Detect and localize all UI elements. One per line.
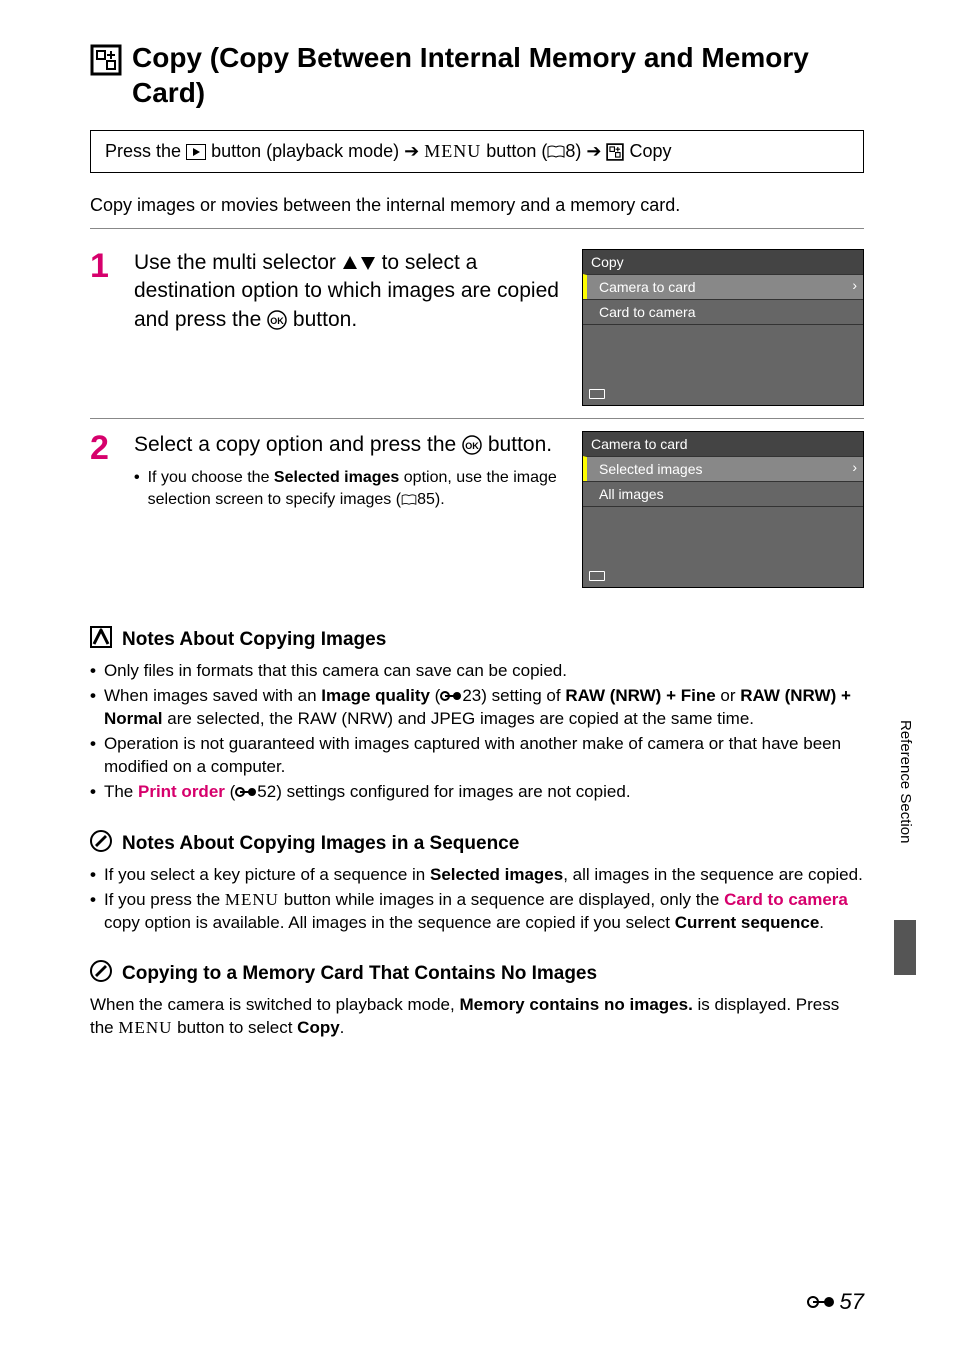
book-icon xyxy=(401,494,417,506)
pencil-icon xyxy=(90,830,112,858)
notes-copying-images: Notes About Copying Images Only files in… xyxy=(90,626,864,804)
step-1: 1 Use the multi selector to select a des… xyxy=(90,237,864,419)
copy-icon xyxy=(90,44,122,81)
notes-sequence: Notes About Copying Images in a Sequence… xyxy=(90,830,864,935)
lcd-title: Camera to card xyxy=(583,432,863,456)
step-text: Use the multi selector to select a desti… xyxy=(134,249,566,334)
page-number: 57 xyxy=(806,1289,864,1315)
step-bullets: If you choose the Selected images option… xyxy=(134,467,566,510)
note-heading-text: Copying to a Memory Card That Contains N… xyxy=(122,963,597,985)
note-heading-text: Notes About Copying Images xyxy=(122,629,386,651)
pencil-icon xyxy=(90,960,112,988)
lcd-empty xyxy=(583,506,863,587)
notes-empty-card: Copying to a Memory Card That Contains N… xyxy=(90,960,864,1040)
svg-text:OK: OK xyxy=(270,316,284,326)
lcd-row-selected: Selected images xyxy=(583,456,863,481)
note-item: The Print order (52) settings configured… xyxy=(90,781,864,804)
lcd-row-selected: Camera to card xyxy=(583,274,863,299)
lcd-row: Card to camera xyxy=(583,299,863,324)
note-item: If you select a key picture of a sequenc… xyxy=(90,864,864,887)
lcd-title: Copy xyxy=(583,250,863,274)
lcd-screen-copy: Copy Camera to card Card to camera xyxy=(582,249,864,406)
copy-small-icon xyxy=(606,143,624,161)
page-title: Copy (Copy Between Internal Memory and M… xyxy=(132,40,864,110)
ok-icon: OK xyxy=(267,310,287,330)
page-title-row: Copy (Copy Between Internal Memory and M… xyxy=(90,40,864,110)
menu-label: MENU xyxy=(118,1018,172,1037)
lcd-row: All images xyxy=(583,481,863,506)
note-item: Operation is not guaranteed with images … xyxy=(90,733,864,779)
side-tab xyxy=(894,920,916,975)
intro-text: Copy images or movies between the intern… xyxy=(90,195,864,229)
step-number: 2 xyxy=(90,431,118,588)
book-icon xyxy=(547,145,565,159)
menu-label: MENU xyxy=(225,890,279,909)
note-item: Only files in formats that this camera c… xyxy=(90,660,864,683)
step-number: 1 xyxy=(90,249,118,406)
menu-label: MENU xyxy=(424,141,481,161)
play-icon xyxy=(186,144,206,160)
warn-icon xyxy=(90,626,112,654)
note-heading-text: Notes About Copying Images in a Sequence xyxy=(122,833,519,855)
up-down-icon xyxy=(342,254,376,272)
step-2: 2 Select a copy option and press the OK … xyxy=(90,419,864,600)
ref-icon xyxy=(235,786,257,798)
ok-icon: OK xyxy=(462,435,482,455)
navigation-path: Press the button (playback mode) ➔ MENU … xyxy=(90,130,864,173)
lcd-empty xyxy=(583,324,863,405)
ref-icon xyxy=(440,690,462,702)
side-section-label: Reference Section xyxy=(897,720,914,843)
note-body: When the camera is switched to playback … xyxy=(90,994,864,1040)
step-text: Select a copy option and press the OK bu… xyxy=(134,431,566,459)
svg-text:OK: OK xyxy=(465,441,479,451)
note-item: If you press the MENU button while image… xyxy=(90,889,864,935)
note-item: When images saved with an Image quality … xyxy=(90,685,864,731)
lcd-screen-camera-to-card: Camera to card Selected images All image… xyxy=(582,431,864,588)
